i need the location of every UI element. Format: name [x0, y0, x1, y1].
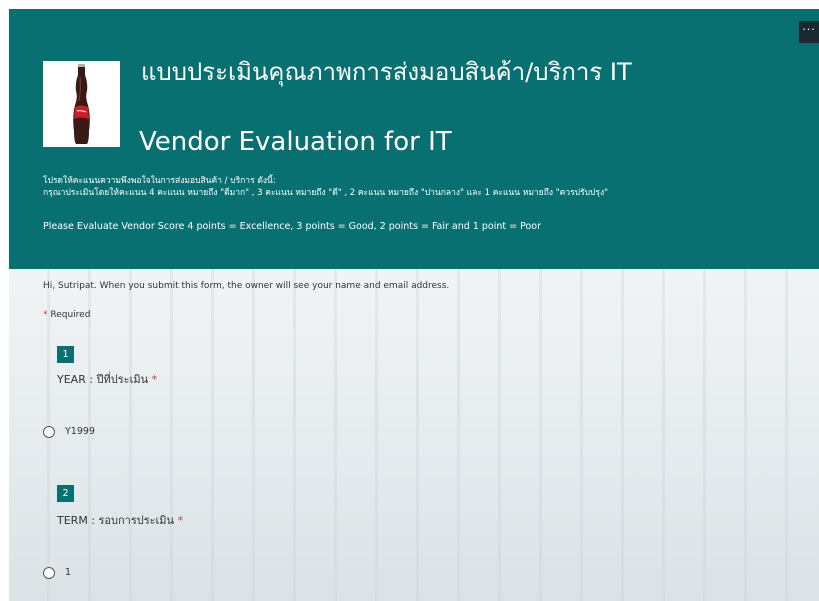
required-label: Required [50, 310, 91, 320]
more-options-button[interactable]: ··· [799, 21, 819, 43]
required-star: * [177, 514, 184, 527]
identity-notice: Hi, Sutripat. When you submit this form,… [43, 281, 450, 291]
question-title: YEAR : ปีที่ประเมิน * [57, 372, 157, 388]
question-title-text: TERM : รอบการประเมิน [57, 514, 175, 527]
logo-image [43, 61, 120, 147]
form-page: ··· แบบประเมินคุณภาพการส่งมอบสินค้า/บริก… [9, 9, 819, 601]
option-label: 1 [65, 567, 72, 578]
required-star: * [43, 310, 48, 320]
option-label: Y1999 [65, 426, 95, 437]
required-star: * [151, 373, 158, 386]
coca-cola-bottle-icon [43, 61, 120, 147]
description-line-2: กรุณาประเมินโดยให้คะแนน 4 คะแนน หมายถึง … [43, 188, 609, 198]
form-title-english: Vendor Evaluation for IT [139, 127, 452, 157]
form-body: Hi, Sutripat. When you submit this form,… [9, 269, 819, 601]
description-line-1: โปรดให้คะแนนความพึงพอใจในการส่งมอบสินค้า… [43, 176, 276, 186]
question-title: TERM : รอบการประเมิน * [57, 513, 183, 529]
form-description: โปรดให้คะแนนความพึงพอใจในการส่งมอบสินค้า… [43, 175, 608, 199]
form-description-english: Please Evaluate Vendor Score 4 points = … [43, 221, 542, 232]
question-number-badge: 2 [57, 485, 74, 502]
radio-button[interactable] [43, 567, 55, 579]
required-note: * Required [43, 308, 90, 322]
form-header: ··· แบบประเมินคุณภาพการส่งมอบสินค้า/บริก… [9, 9, 819, 269]
form-title-thai: แบบประเมินคุณภาพการส่งมอบสินค้า/บริการ I… [141, 58, 632, 86]
question-number-badge: 1 [57, 346, 74, 363]
radio-button[interactable] [43, 426, 55, 438]
question-title-text: YEAR : ปีที่ประเมิน [57, 373, 149, 386]
